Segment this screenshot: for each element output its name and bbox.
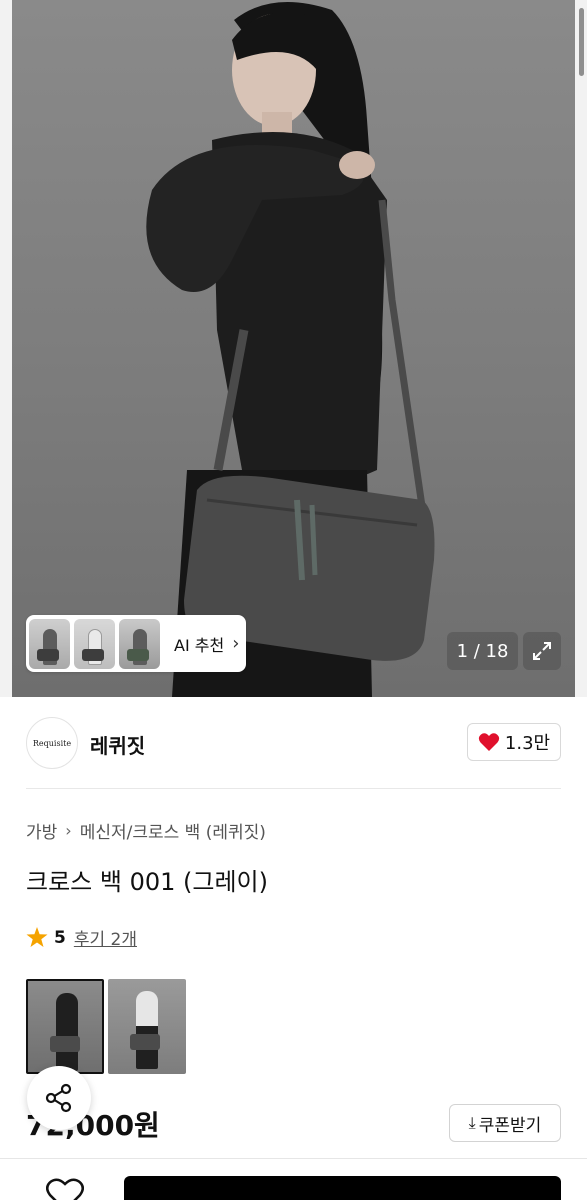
chevron-right-icon: › — [232, 633, 240, 654]
breadcrumb: 가방 › 메신저/크로스 백 (레퀴짓) — [26, 818, 266, 843]
download-icon: ⤓ — [468, 1113, 476, 1132]
image-edge-right — [575, 0, 587, 697]
ai-recommend-thumb-2[interactable] — [74, 618, 115, 669]
model-with-bag-photo — [146, 2, 435, 697]
like-count: 1.3만 — [504, 733, 551, 754]
bottom-bar-divider — [0, 1158, 587, 1159]
heart-filled-icon — [478, 733, 500, 751]
breadcrumb-subcategory[interactable]: 메신저/크로스 백 (레퀴짓) — [80, 818, 266, 843]
brand-row: Requisite 레퀴짓 1.3만 — [26, 717, 561, 769]
rating-row: 5 후기 2개 — [26, 925, 137, 950]
brand-name[interactable]: 레퀴짓 — [90, 730, 145, 759]
color-option-thumb[interactable] — [108, 979, 186, 1074]
scrollbar-thumb[interactable] — [579, 8, 584, 76]
heart-outline-icon[interactable] — [46, 1178, 84, 1200]
breadcrumb-category[interactable]: 가방 — [26, 818, 57, 843]
star-icon — [26, 927, 48, 947]
divider — [26, 788, 561, 789]
color-options — [26, 979, 190, 1074]
reviews-link[interactable]: 후기 2개 — [74, 925, 137, 950]
color-option-thumb-selected[interactable] — [26, 979, 104, 1074]
product-image-carousel[interactable]: AI 추천 › 1 / 18 — [0, 0, 587, 697]
brand-like-button[interactable]: 1.3만 — [467, 723, 561, 761]
share-button[interactable] — [27, 1066, 91, 1130]
image-page-counter: 1 / 18 — [447, 632, 518, 670]
share-icon — [45, 1083, 72, 1113]
coupon-button[interactable]: ⤓ 쿠폰받기 — [449, 1104, 561, 1142]
ai-recommend-thumb-3[interactable] — [119, 618, 160, 669]
image-edge-left — [0, 0, 12, 697]
brand-logo[interactable]: Requisite — [26, 717, 78, 769]
expand-image-button[interactable] — [523, 632, 561, 670]
ai-recommend-thumb-1[interactable] — [29, 618, 70, 669]
rating-score: 5 — [54, 927, 66, 948]
purchase-button[interactable] — [124, 1176, 561, 1200]
expand-icon — [533, 642, 551, 660]
brand-logo-text: Requisite — [32, 738, 72, 748]
ai-recommend-strip[interactable]: AI 추천 › — [26, 615, 246, 672]
coupon-label: 쿠폰받기 — [478, 1115, 542, 1136]
product-title: 크로스 백 001 (그레이) — [26, 868, 268, 896]
chevron-right-icon: › — [65, 821, 72, 840]
ai-recommend-label: AI 추천 — [174, 635, 225, 655]
